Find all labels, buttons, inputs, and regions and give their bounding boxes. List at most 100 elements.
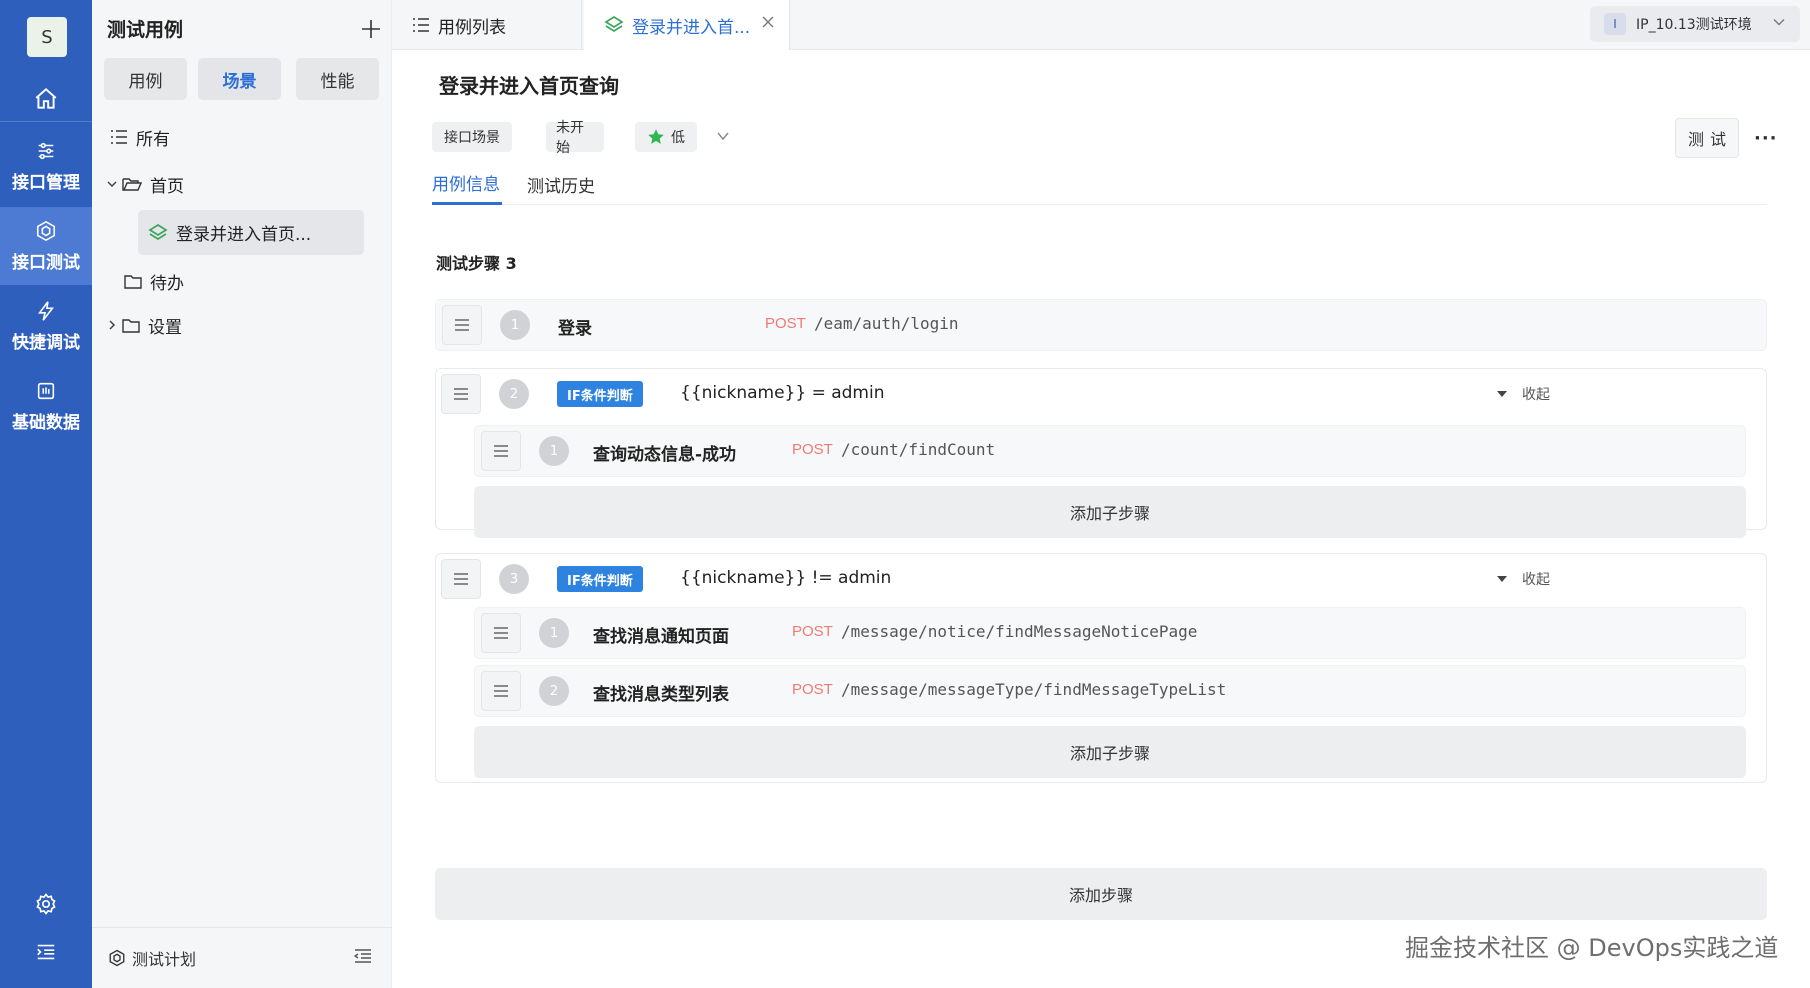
env-label: IP_10.13测试环境 bbox=[1636, 17, 1752, 33]
case-priority-tag[interactable]: 低 bbox=[635, 122, 697, 152]
tree-item-label: 首页 bbox=[150, 176, 184, 197]
test-plan-label: 测试计划 bbox=[132, 950, 197, 969]
main-content: 登录并进入首页查询 接口场景 未开始 低 测试 ··· 用例信息 测试历史 测试… bbox=[392, 50, 1810, 988]
collapse-label: 收起 bbox=[1522, 387, 1550, 403]
tree-item-label: 所有 bbox=[136, 129, 170, 150]
detail-subtabs: 用例信息 测试历史 bbox=[432, 163, 1767, 205]
collapse-toggle[interactable]: 收起 bbox=[1496, 569, 1550, 589]
cube-icon bbox=[109, 949, 125, 967]
lightning-icon bbox=[38, 300, 54, 321]
tree-item-all[interactable]: 所有 bbox=[92, 117, 392, 157]
step-number: 1 bbox=[500, 310, 530, 340]
tree-item-label: 登录并进入首页... bbox=[176, 225, 312, 245]
add-case-plus-icon[interactable] bbox=[356, 14, 386, 44]
cube-icon bbox=[36, 220, 56, 241]
step-number: 1 bbox=[539, 436, 569, 466]
home-icon[interactable] bbox=[0, 78, 92, 120]
collapse-toggle[interactable]: 收起 bbox=[1496, 384, 1550, 404]
nav-item-label: 接口管理 bbox=[12, 172, 80, 193]
step-name: 查找消息类型列表 bbox=[593, 685, 729, 705]
step-number: 2 bbox=[499, 379, 529, 409]
sliders-icon bbox=[38, 142, 54, 159]
list-icon bbox=[111, 130, 127, 144]
drag-handle-icon[interactable] bbox=[481, 431, 521, 471]
step-method: POST bbox=[792, 681, 833, 698]
test-button[interactable]: 测试 bbox=[1675, 118, 1739, 158]
segment-scene[interactable]: 场景 bbox=[198, 58, 281, 100]
drag-handle-icon[interactable] bbox=[481, 613, 521, 653]
tree-title: 测试用例 bbox=[107, 19, 184, 41]
step-method: POST bbox=[792, 623, 833, 640]
nav-item-label: 接口测试 bbox=[12, 252, 80, 273]
folder-icon bbox=[122, 318, 140, 333]
segment-case[interactable]: 用例 bbox=[104, 58, 187, 100]
if-step-card: 3 IF条件判断 {{nickname}} != admin 收起 1 查找消息… bbox=[435, 553, 1767, 783]
folder-open-icon bbox=[122, 178, 142, 191]
menu-collapse-icon[interactable] bbox=[0, 932, 92, 972]
child-step-row[interactable]: 1 查找消息通知页面 POST /message/notice/findMess… bbox=[474, 607, 1746, 659]
case-status-tag[interactable]: 未开始 bbox=[546, 120, 604, 156]
step-path: /message/messageType/findMessageTypeList bbox=[841, 680, 1227, 699]
tree-item-label: 设置 bbox=[148, 317, 182, 338]
chevron-right-icon bbox=[109, 320, 116, 330]
chevron-down-icon bbox=[107, 181, 117, 188]
priority-chevron-down-icon[interactable] bbox=[715, 128, 731, 148]
nav-item-api-management[interactable]: 接口管理 bbox=[0, 127, 92, 205]
add-step-button[interactable]: 添加步骤 bbox=[435, 868, 1767, 920]
environment-select[interactable]: I IP_10.13测试环境 bbox=[1590, 6, 1800, 42]
tab-case-list[interactable]: 用例列表 bbox=[392, 0, 582, 50]
avatar[interactable]: S bbox=[27, 17, 67, 57]
test-plan-footer[interactable]: 测试计划 bbox=[92, 927, 392, 988]
case-type-tag[interactable]: 接口场景 bbox=[432, 122, 512, 152]
env-badge: I bbox=[1604, 13, 1626, 35]
tab-current-case[interactable]: 登录并进入首... bbox=[584, 0, 790, 50]
steps-title: 测试步骤 3 bbox=[436, 254, 517, 273]
layers-icon bbox=[604, 15, 624, 33]
collapse-panel-icon[interactable] bbox=[353, 948, 372, 968]
tree-item-selected-case[interactable]: 登录并进入首页... bbox=[138, 210, 364, 255]
step-name: 登录 bbox=[558, 319, 592, 339]
tab-bar: 用例列表 登录并进入首... I IP_10.13测试环境 bbox=[392, 0, 1810, 50]
segment-performance[interactable]: 性能 bbox=[296, 58, 379, 100]
drag-handle-icon[interactable] bbox=[441, 559, 481, 599]
layers-icon bbox=[148, 223, 168, 240]
add-sub-step-button[interactable]: 添加子步骤 bbox=[474, 486, 1746, 538]
subtab-case-info[interactable]: 用例信息 bbox=[432, 163, 502, 205]
tree-folder-home[interactable]: 首页 bbox=[92, 164, 392, 204]
step-card: 1 登录 POST /eam/auth/login bbox=[435, 299, 1767, 353]
caret-down-icon bbox=[1497, 391, 1507, 397]
child-step-row[interactable]: 2 查找消息类型列表 POST /message/messageType/fin… bbox=[474, 665, 1746, 717]
step-path: /count/findCount bbox=[841, 440, 996, 459]
drag-handle-icon[interactable] bbox=[442, 305, 482, 345]
nav-item-base-data[interactable]: 基础数据 bbox=[0, 367, 92, 445]
if-condition-expression: {{nickname}} != admin bbox=[680, 568, 892, 588]
left-nav: S 接口管理 接口测试 快捷调试 基础数据 bbox=[0, 0, 92, 988]
step-row[interactable]: 1 登录 POST /eam/auth/login bbox=[435, 299, 1767, 351]
close-tab-icon[interactable] bbox=[761, 14, 775, 33]
subtab-test-history[interactable]: 测试历史 bbox=[527, 163, 595, 205]
if-condition-tag: IF条件判断 bbox=[557, 566, 643, 592]
tree-item-label: 待办 bbox=[150, 273, 184, 294]
case-tree-panel: 测试用例 用例 场景 性能 所有 首页 登录并进入首页... 待办 设置 测试计… bbox=[92, 0, 392, 988]
step-number: 1 bbox=[539, 618, 569, 648]
drag-handle-icon[interactable] bbox=[481, 671, 521, 711]
add-sub-step-button[interactable]: 添加子步骤 bbox=[474, 726, 1746, 778]
nav-item-quick-debug[interactable]: 快捷调试 bbox=[0, 287, 92, 365]
list-icon bbox=[413, 18, 429, 32]
step-number: 2 bbox=[539, 676, 569, 706]
if-condition-expression: {{nickname}} = admin bbox=[680, 383, 885, 403]
step-name: 查找消息通知页面 bbox=[593, 627, 729, 647]
tree-folder-settings[interactable]: 设置 bbox=[92, 305, 392, 345]
step-number: 3 bbox=[499, 564, 529, 594]
tree-folder-todo[interactable]: 待办 bbox=[92, 261, 392, 301]
page-title: 登录并进入首页查询 bbox=[439, 74, 619, 98]
star-icon bbox=[648, 129, 664, 144]
more-options-icon[interactable]: ··· bbox=[1754, 128, 1778, 149]
priority-label: 低 bbox=[671, 130, 685, 146]
step-method: POST bbox=[765, 315, 806, 332]
tab-label: 用例列表 bbox=[438, 17, 506, 38]
settings-gear-icon[interactable] bbox=[0, 884, 92, 924]
child-step-row[interactable]: 1 查询动态信息-成功 POST /count/findCount bbox=[474, 425, 1746, 477]
drag-handle-icon[interactable] bbox=[441, 374, 481, 414]
nav-item-api-test[interactable]: 接口测试 bbox=[0, 207, 92, 285]
